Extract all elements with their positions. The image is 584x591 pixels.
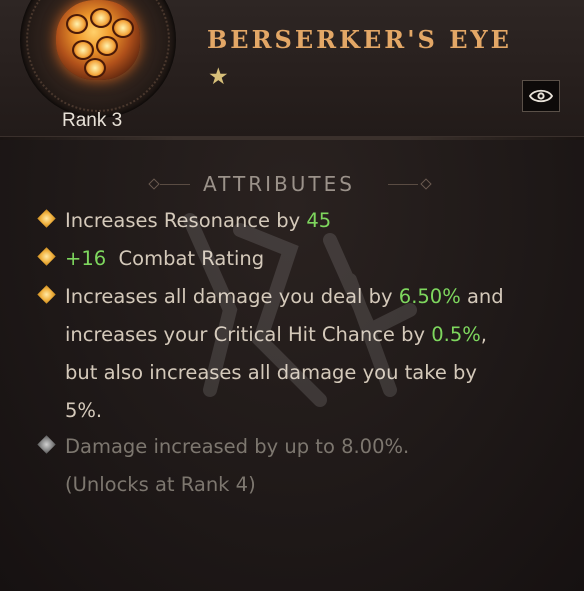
attribute-line-damage: Increases all damage you deal by 6.50% a… [37,278,560,430]
item-rank: Rank 3 [62,110,123,131]
gem-frame [20,0,176,118]
item-tooltip: Rank 3 BERSERKER'S EYE ★ ATTRIBUTES Incr… [0,0,584,591]
eye-toggle-button[interactable] [522,80,560,112]
berserkers-eye-gem-icon [56,0,140,80]
locked-effect-text: Damage increased by up to 8.00%. [65,435,410,458]
attributes-heading: ATTRIBUTES [203,172,355,196]
resonance-value: 45 [306,209,332,232]
combat-rating-value: +16 [65,247,107,270]
divider-left [160,184,190,185]
damage-value: 6.50% [398,285,461,308]
divider-ornament-right [420,178,432,190]
crit-chance-value: 0.5% [431,323,481,346]
divider-right [388,184,418,185]
item-title: BERSERKER'S EYE [207,25,512,54]
attributes-heading-row: ATTRIBUTES [0,170,584,200]
grey-diamond-bullet-icon [37,435,56,454]
gold-diamond-bullet-icon [37,209,56,228]
unlock-requirement: (Unlocks at Rank 4) [65,473,256,496]
gold-diamond-bullet-icon [37,247,56,266]
tooltip-header: Rank 3 BERSERKER'S EYE ★ [0,0,584,140]
eye-icon [529,89,553,103]
attribute-line-locked: Damage increased by up to 8.00%. (Unlock… [37,428,560,504]
gold-diamond-bullet-icon [37,285,56,304]
attribute-line-resonance: Increases Resonance by 45 [37,202,560,240]
attribute-line-combat-rating: +16 Combat Rating [37,240,560,278]
divider-ornament-left [148,178,160,190]
star-icon: ★ [208,64,229,90]
